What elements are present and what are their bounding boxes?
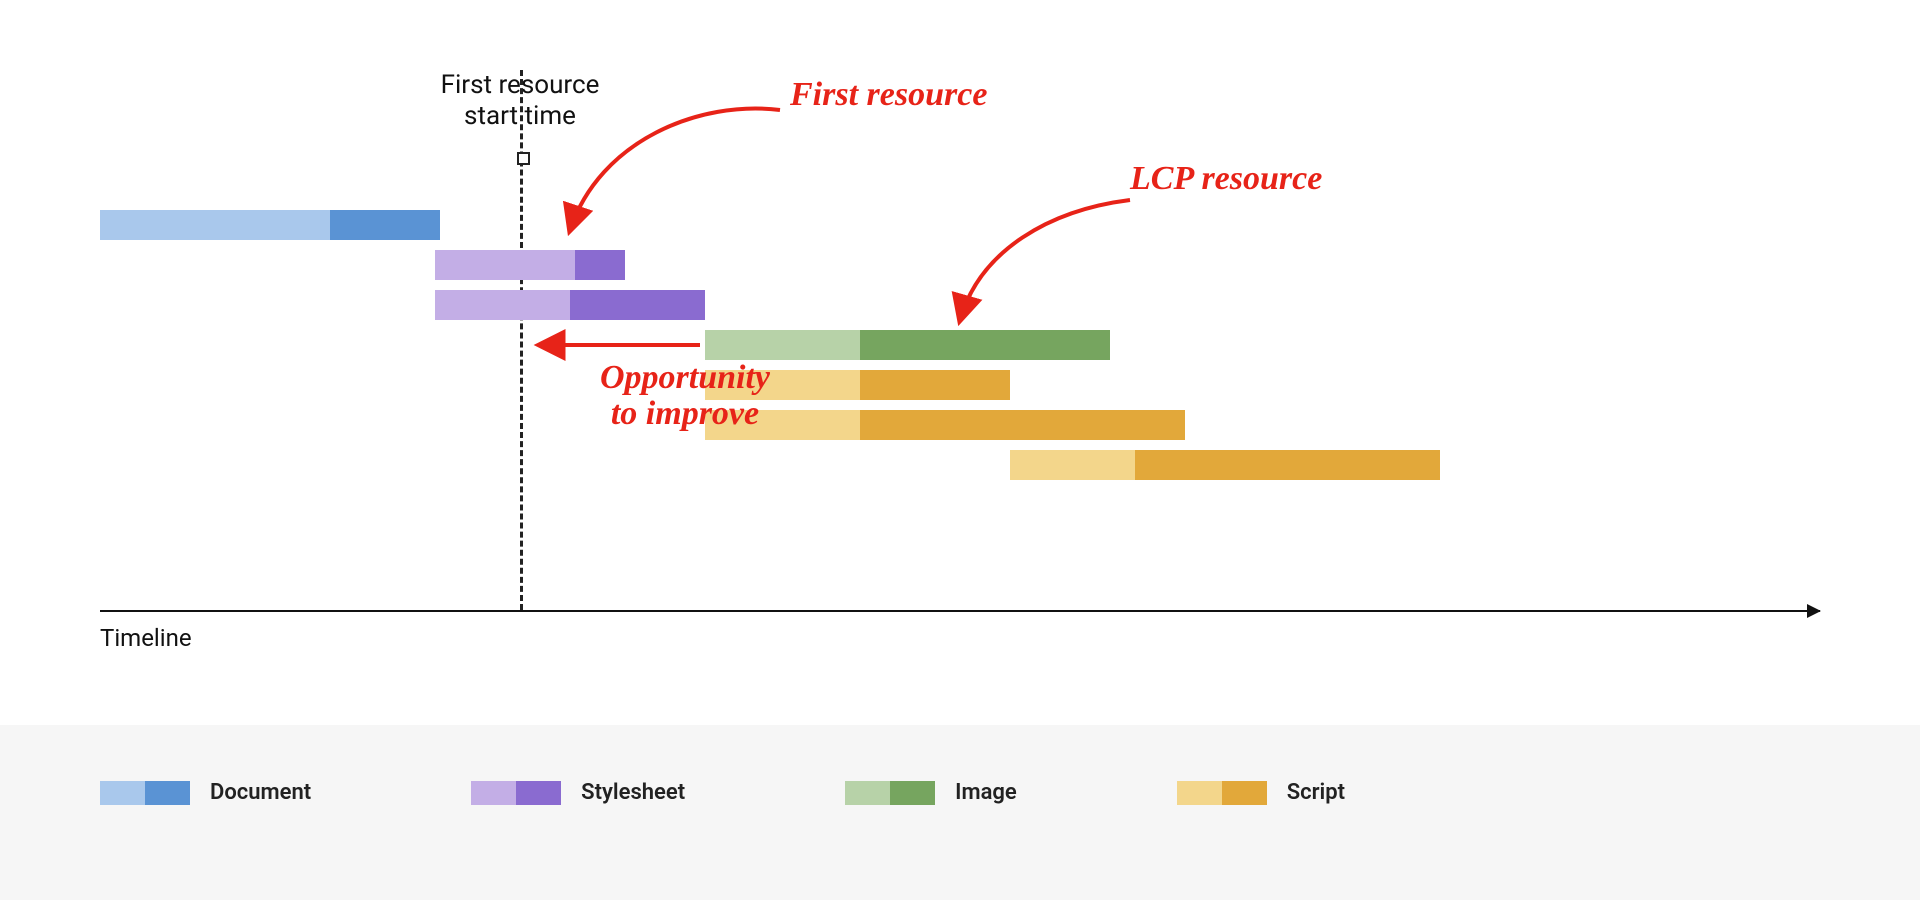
bar-segment-load	[575, 250, 625, 280]
swatch-segment	[100, 781, 145, 805]
annotation-first-resource: First resource	[790, 76, 987, 114]
legend-label: Document	[210, 780, 311, 805]
annotation-opportunity: Opportunity to improve	[570, 360, 800, 431]
bar-script-3	[1010, 450, 1440, 480]
legend-item-document: Document	[100, 780, 311, 805]
bar-segment-wait	[100, 210, 330, 240]
swatch-segment	[845, 781, 890, 805]
legend-swatch-image	[845, 781, 935, 805]
bar-document-1	[100, 210, 440, 240]
waterfall-chart: First resource start time	[100, 70, 1820, 630]
swatch-segment	[516, 781, 561, 805]
legend-item-script: Script	[1177, 780, 1345, 805]
legend-swatch-script	[1177, 781, 1267, 805]
bar-stylesheet-2	[435, 290, 705, 320]
page: First resource start time	[0, 0, 1920, 900]
swatch-segment	[471, 781, 516, 805]
bar-stylesheet-1	[435, 250, 625, 280]
legend-label: Image	[955, 780, 1017, 805]
bar-segment-load	[570, 290, 705, 320]
bar-segment-wait	[1010, 450, 1135, 480]
legend-swatch-document	[100, 781, 190, 805]
bar-segment-load	[860, 370, 1010, 400]
bar-segment-wait	[435, 290, 570, 320]
swatch-segment	[145, 781, 190, 805]
swatch-segment	[1177, 781, 1222, 805]
bar-segment-load	[1135, 450, 1440, 480]
bar-segment-wait	[435, 250, 575, 280]
legend-band	[0, 725, 1920, 900]
swatch-segment	[1222, 781, 1267, 805]
legend-label: Script	[1287, 780, 1345, 805]
timeline-axis-label: Timeline	[100, 624, 192, 652]
bar-segment-wait	[705, 330, 860, 360]
legend: Document Stylesheet Image Script	[100, 780, 1345, 805]
legend-label: Stylesheet	[581, 780, 685, 805]
annotation-opportunity-line1: Opportunity	[600, 359, 770, 396]
annotation-opportunity-line2: to improve	[611, 395, 759, 432]
bar-segment-load	[330, 210, 440, 240]
first-resource-marker	[520, 70, 523, 610]
legend-swatch-stylesheet	[471, 781, 561, 805]
swatch-segment	[890, 781, 935, 805]
annotation-lcp-resource: LCP resource	[1130, 160, 1322, 198]
timeline-axis	[100, 610, 1820, 612]
bar-image-1	[705, 330, 1110, 360]
bar-segment-load	[860, 410, 1185, 440]
legend-item-stylesheet: Stylesheet	[471, 780, 685, 805]
legend-item-image: Image	[845, 780, 1017, 805]
bar-segment-load	[860, 330, 1110, 360]
